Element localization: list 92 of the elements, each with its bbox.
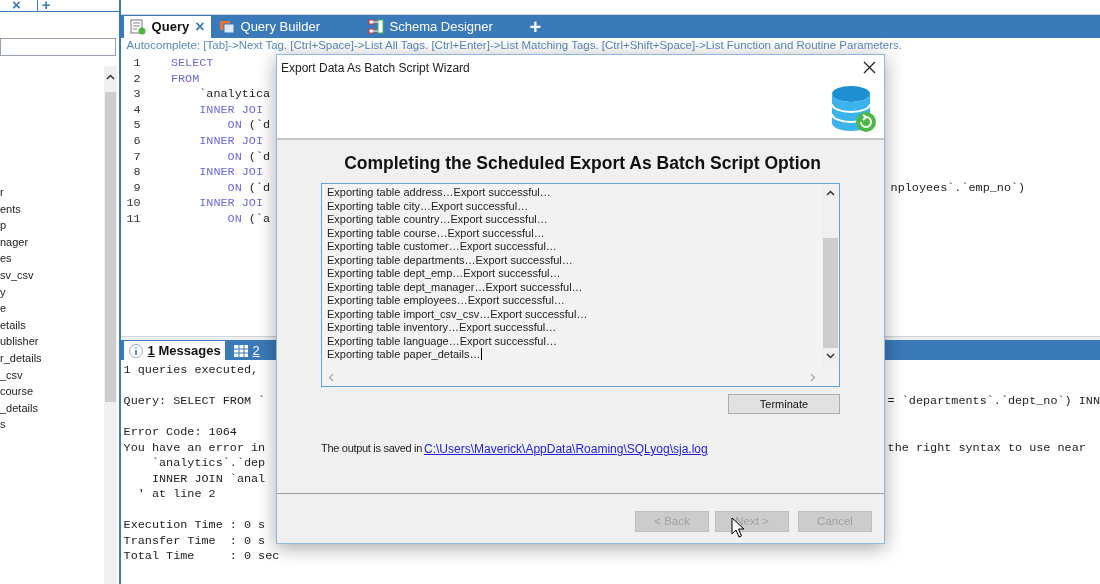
scroll-up-icon[interactable]: [105, 74, 115, 80]
code-line: INNER JOI: [198, 165, 264, 181]
terminate-button[interactable]: Terminate: [728, 394, 840, 415]
log-file-link[interactable]: C:\Users\Maverick\AppData\Roaming\SQLyog\sja.log: [424, 440, 708, 459]
line-number: 11: [125, 211, 142, 228]
line-number: 2: [132, 71, 142, 88]
sidebar-item[interactable]: s: [0, 418, 6, 431]
line-number: 3: [132, 87, 142, 103]
sidebar-item[interactable]: p: [0, 219, 7, 232]
line-number: 6: [132, 133, 142, 150]
message-line: Execution Time : 0 s: [122, 518, 267, 534]
sidebar-item[interactable]: ublisher: [0, 335, 39, 348]
sidebar-item[interactable]: etails: [0, 318, 26, 331]
code-line: SELECT: [169, 56, 215, 72]
message-line: Error Code: 1064: [122, 425, 238, 441]
line-number: 10: [125, 196, 142, 212]
code-line: ON (`d: [226, 149, 271, 166]
sidebar-item[interactable]: _details: [0, 401, 38, 414]
dialog-heading: Completing the Scheduled Export As Batch Script Option: [343, 152, 822, 175]
sidebar-item[interactable]: y: [0, 285, 6, 298]
windows-icon: [218, 19, 235, 35]
scroll-up-icon[interactable]: [826, 190, 835, 197]
log-line: Exporting table country…Export successful…: [327, 213, 548, 226]
log-line: Exporting table employees…Export successful…: [327, 294, 565, 307]
scrollbar-thumb[interactable]: [823, 238, 838, 349]
code-line: ON (`d: [226, 180, 271, 197]
code-line: ON (`a: [226, 211, 271, 228]
document-icon: [129, 19, 146, 35]
autocomplete-hint: Autocomplete: [Tab]->Next Tag. [Ctrl+Space]->List All Tags. [Ctrl+Enter]->List Matching Tags. [Ctrl+Shift+Space]->List Function and Routine Parameters.: [125, 38, 903, 53]
sidebar-item[interactable]: e: [0, 302, 7, 315]
results-tab[interactable]: 1 Messages: [123, 341, 225, 360]
close-icon[interactable]: [863, 61, 876, 74]
output-text: The output is saved in: [321, 441, 423, 457]
line-number: 9: [132, 180, 142, 197]
info-icon: [127, 342, 144, 359]
message-line: = `departments`.`dept_no`) INN: [887, 394, 1100, 410]
search-field[interactable]: [0, 38, 116, 56]
sidebar-item[interactable]: r: [0, 186, 4, 198]
results-tab[interactable]: 2: [228, 341, 264, 360]
scroll-down-icon[interactable]: [826, 353, 835, 360]
message-line: Transfer Time : 0 s: [122, 533, 267, 549]
sidebar-item[interactable]: es: [0, 252, 12, 265]
line-number: 4: [132, 102, 142, 119]
log-line: Exporting table customer…Export successful…: [327, 240, 557, 253]
code-line: INNER JOI: [198, 102, 264, 119]
log-line: Exporting table address…Export successful…: [327, 186, 551, 199]
close-tab-button[interactable]: ×: [195, 15, 205, 39]
scrollbar-thumb[interactable]: [104, 92, 116, 402]
message-line: ' at line 2: [136, 487, 217, 503]
sidebar-item[interactable]: course: [0, 385, 34, 398]
message-line: `analytics`.`dep: [150, 456, 267, 472]
scroll-left-icon[interactable]: [328, 373, 334, 383]
scrollbar[interactable]: [103, 66, 117, 584]
add-tab-button[interactable]: +: [529, 16, 542, 38]
log-line: Exporting table dept_emp…Export successful…: [327, 267, 561, 280]
diagram-icon: [367, 19, 384, 35]
code-line: INNER JOI: [198, 133, 264, 150]
message-line: INNER JOIN `anal: [150, 471, 267, 487]
code-line: INNER JOI: [198, 196, 264, 212]
code-line: FROM: [169, 71, 201, 88]
code-line: nployees`.`emp_no`): [890, 180, 1027, 197]
sidebar-item[interactable]: nager: [0, 235, 29, 248]
line-number: 8: [132, 165, 142, 181]
add-tab-button[interactable]: +: [36, 0, 51, 11]
editor-tab[interactable]: Query ×: [123, 16, 211, 38]
message-line: Total Time : 0 sec: [122, 549, 280, 565]
database-icon: [832, 85, 878, 133]
line-number: 1: [132, 56, 142, 72]
log-line: Exporting table import_csv_csv…Export successful…: [327, 307, 588, 320]
message-line: the right syntax to use near: [887, 440, 1087, 456]
sidebar-item[interactable]: r_details: [0, 351, 42, 364]
code-line: `analytica: [198, 87, 271, 103]
message-line: 1 queries executed,: [122, 363, 260, 379]
dialog-title: Export Data As Batch Script Wizard: [281, 60, 470, 77]
line-number: 7: [132, 149, 142, 166]
log-line: Exporting table city…Export successful…: [327, 199, 529, 212]
message-line: Query: SELECT FROM `: [122, 394, 267, 410]
log-line: Exporting table language…Export successful…: [327, 334, 557, 347]
line-number: 5: [132, 118, 142, 134]
close-tab-button[interactable]: ×: [12, 0, 21, 11]
log-line: Exporting table paper_details…: [327, 348, 483, 361]
sidebar-item[interactable]: ents: [0, 202, 21, 215]
log-line: Exporting table course…Export successful…: [327, 226, 545, 239]
editor-tab[interactable]: Query Builder: [214, 16, 360, 38]
message-line: You have an error in: [122, 440, 267, 456]
log-line: Exporting table inventory…Export successful…: [327, 321, 557, 334]
log-line: Exporting table departments…Export successful…: [327, 253, 573, 266]
code-line: ON (`d: [226, 118, 271, 134]
scroll-right-icon[interactable]: [810, 373, 816, 383]
log-line: Exporting table dept_manager…Export successful…: [327, 280, 583, 293]
sidebar-item[interactable]: sv_csv: [0, 268, 34, 281]
sidebar-item[interactable]: _csv: [0, 368, 23, 381]
